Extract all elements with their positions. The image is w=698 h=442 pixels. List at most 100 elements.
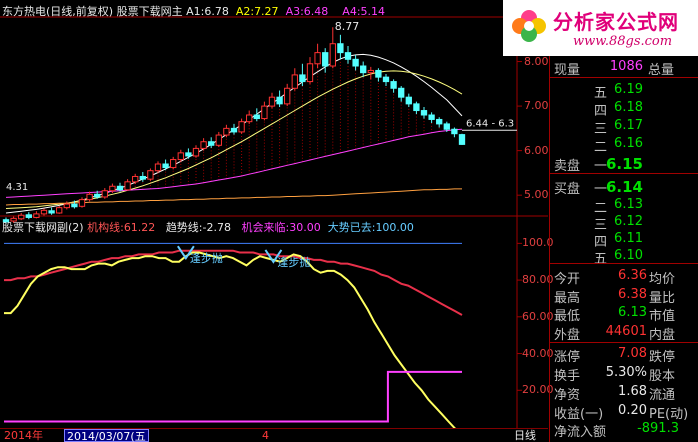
sell-label: 卖盘 (554, 159, 581, 174)
candle-body-50[interactable] (382, 76, 390, 83)
ask-5-row[interactable]: 五 6.19 (550, 81, 698, 101)
sub-indicator-chart[interactable] (4, 242, 463, 428)
bid1-row[interactable]: 买盘 一 6.14 (550, 177, 698, 197)
candle-body-57[interactable] (436, 118, 443, 125)
l4-label: 大势已去: (327, 221, 376, 234)
low-annotation: 4.31 (6, 182, 28, 193)
candle-body-16[interactable] (124, 181, 131, 191)
stock-chart-app: 8.77 4.31 6.44 - 6.3 逢步抛 逢步抛 东方热电(日线,前复权) 股票… (0, 0, 698, 442)
a1-value: 6.78 (204, 5, 229, 18)
candle-body-46[interactable] (352, 58, 359, 67)
candle-body-54[interactable] (413, 103, 420, 112)
candle-body-9[interactable] (71, 203, 78, 208)
ask1-row[interactable]: 卖盘 一 6.15 (550, 154, 698, 174)
l1-value: 61.22 (123, 221, 156, 234)
candle-body-23[interactable] (177, 152, 184, 161)
candle-body-43[interactable] (329, 43, 336, 67)
candle-body-24[interactable] (185, 152, 192, 157)
candle-body-37[interactable] (284, 87, 291, 105)
candle-body-34[interactable] (261, 105, 268, 120)
sell-signal-2: 逢步抛 (277, 255, 310, 269)
candle-body-41[interactable] (314, 52, 321, 65)
year-label: 2014年 (4, 429, 43, 442)
stat-label2-0: 均价 (649, 272, 676, 287)
candle-body-36[interactable] (276, 96, 283, 105)
stat-value-0: 6.36 (618, 268, 647, 283)
current-volume-value: 1086 (609, 59, 643, 74)
candle-body-18[interactable] (139, 175, 146, 180)
candle-body-11[interactable] (86, 193, 93, 201)
bid-3-row-price: 6.12 (614, 214, 643, 229)
candle-body-51[interactable] (390, 81, 397, 89)
candle-body-28[interactable] (215, 134, 222, 146)
stat-row-0: 今开 6.36 均价 (550, 267, 698, 287)
net-inflow-row: 净流入额 -891.3 (550, 420, 698, 440)
candle-body-14[interactable] (109, 185, 116, 192)
candle-body-42[interactable] (322, 52, 329, 67)
candle-body-25[interactable] (192, 147, 200, 157)
candle-body-27[interactable] (208, 141, 215, 146)
sub-y-tick-3: 40.00 (522, 346, 554, 360)
candle-body-33[interactable] (253, 114, 260, 120)
candle-body-38[interactable] (291, 74, 298, 89)
candle-body-40[interactable] (306, 63, 314, 83)
candle-body-47[interactable] (360, 65, 367, 74)
ask-2-row[interactable]: 二 6.16 (550, 135, 698, 155)
main-price-chart[interactable] (2, 27, 466, 225)
stat-row-3: 外盘 44601 内盘 (550, 323, 698, 343)
sell-signal-1: 逢步抛 (190, 251, 223, 265)
cursor-date: 2014/03/07(五 (64, 429, 149, 442)
candle-body-3[interactable] (25, 214, 32, 218)
candle-body-35[interactable] (268, 96, 276, 107)
a2-value: 7.27 (254, 5, 279, 18)
candle-body-21[interactable] (162, 163, 169, 169)
ask-4-row[interactable]: 四 6.18 (550, 99, 698, 119)
a4-value: 5.14 (360, 5, 386, 18)
candle-body-58[interactable] (443, 123, 450, 130)
candle-body-60[interactable] (458, 134, 466, 145)
candle-body-6[interactable] (48, 210, 55, 214)
candle-body-30[interactable] (230, 127, 238, 133)
candle-body-39[interactable] (299, 74, 306, 83)
candle-body-48[interactable] (367, 69, 374, 74)
candle-body-10[interactable] (78, 199, 86, 207)
candle-body-13[interactable] (101, 190, 108, 198)
candle-body-56[interactable] (428, 114, 435, 120)
l3-value: 30.00 (289, 221, 321, 234)
quote-panel: 现量 1086 总量 五 6.19 四 6.18 三 6.17 二 6.16 卖盘 一 6.1… (549, 56, 698, 442)
candle-body-32[interactable] (246, 114, 253, 123)
candle-body-5[interactable] (40, 209, 48, 215)
candle-body-55[interactable] (420, 110, 428, 116)
flower-logo-icon (512, 10, 546, 42)
candle-body-49[interactable] (375, 69, 382, 78)
candle-body-29[interactable] (223, 127, 230, 136)
candle-body-44[interactable] (337, 43, 344, 54)
candle-body-31[interactable] (238, 121, 245, 133)
candle-body-12[interactable] (94, 193, 101, 198)
candle-body-59[interactable] (451, 128, 458, 135)
candle-body-53[interactable] (405, 96, 412, 105)
candle-body-17[interactable] (132, 175, 139, 183)
candle-body-20[interactable] (154, 163, 162, 172)
candle-body-7[interactable] (56, 207, 63, 214)
candle-body-26[interactable] (200, 141, 207, 149)
candle-body-4[interactable] (33, 213, 40, 218)
last-price-tag: 6.44 - 6.3 (466, 118, 514, 129)
candle-body-22[interactable] (170, 159, 177, 169)
ask-2-row-label: 二 (594, 140, 608, 155)
candle-body-45[interactable] (344, 52, 352, 60)
l2-label: 趋势线: (165, 221, 203, 234)
a3-value: 6.48 (303, 5, 329, 18)
chart-canvas[interactable]: 8.77 4.31 6.44 - 6.3 逢步抛 逢步抛 (0, 0, 548, 428)
fund-label-2: 净资 (554, 388, 581, 403)
fund-value-0: 7.08 (618, 346, 647, 361)
bid-5-row-price: 6.10 (614, 248, 643, 263)
bid-2-row-price: 6.13 (614, 197, 643, 212)
candle-body-52[interactable] (398, 87, 405, 98)
candle-body-19[interactable] (147, 170, 154, 180)
ask-3-row[interactable]: 三 6.17 (550, 117, 698, 137)
candle-body-8[interactable] (63, 203, 70, 209)
period-label[interactable]: 日线 (514, 429, 536, 442)
main-chart-title: 东方热电(日线,前复权) 股票下载网主 A1:6.78 A2:7.27 A3:6… (2, 3, 385, 19)
candle-body-15[interactable] (116, 185, 124, 191)
